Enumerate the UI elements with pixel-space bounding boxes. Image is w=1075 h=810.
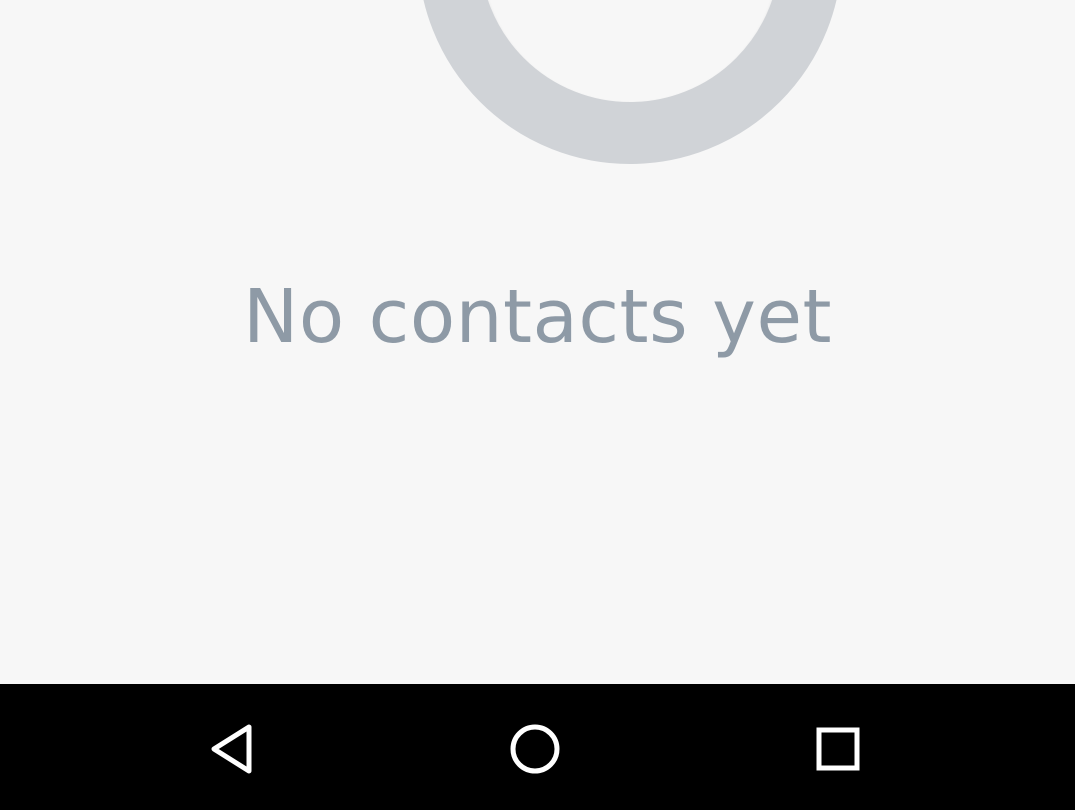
home-circle-icon <box>510 724 560 774</box>
back-button[interactable] <box>198 714 268 784</box>
empty-contacts-ring-icon <box>418 0 842 164</box>
back-triangle-icon <box>211 724 252 774</box>
contacts-screen: No contacts yet <box>0 0 1075 684</box>
home-button[interactable] <box>500 714 570 784</box>
android-navigation-bar <box>0 684 1075 810</box>
recents-button[interactable] <box>803 714 873 784</box>
recents-square-icon <box>816 727 860 771</box>
empty-state-message: No contacts yet <box>243 274 832 360</box>
